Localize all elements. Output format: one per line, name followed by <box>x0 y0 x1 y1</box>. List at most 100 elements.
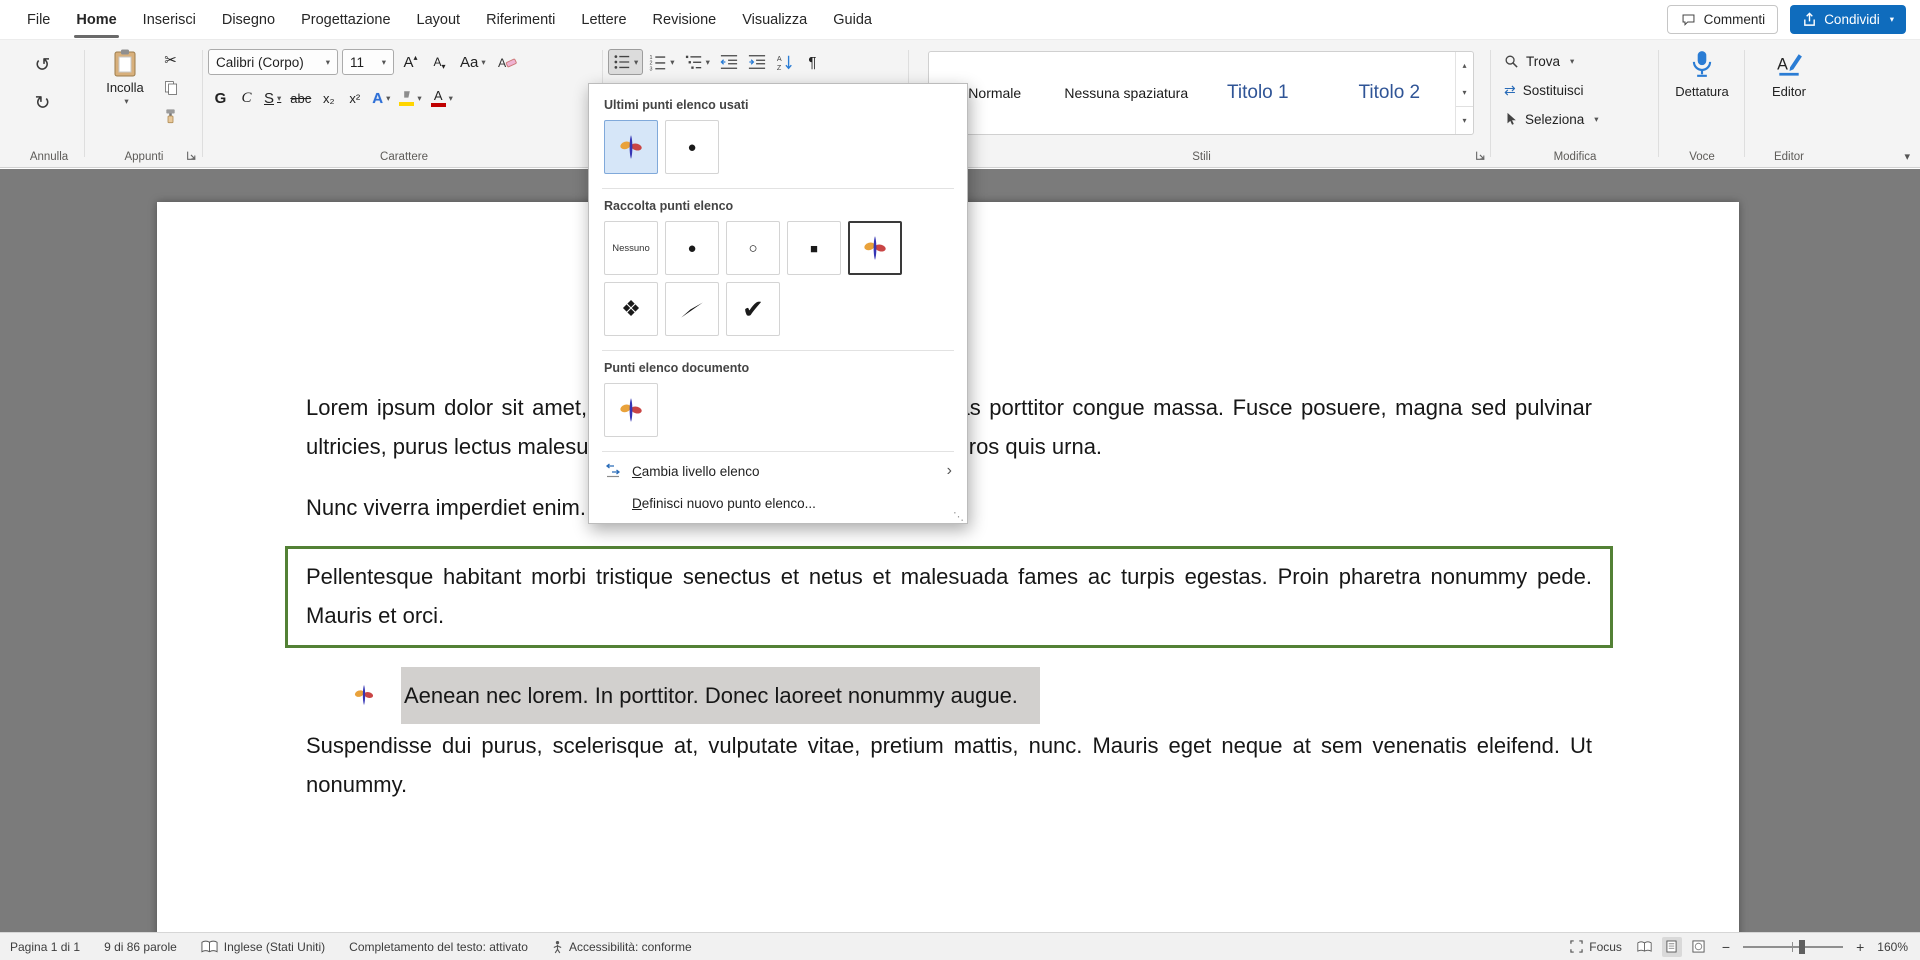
zoom-in-button[interactable]: + <box>1856 939 1864 955</box>
tab-inserisci[interactable]: Inserisci <box>130 0 209 40</box>
tab-layout[interactable]: Layout <box>404 0 474 40</box>
bullet-option-checkmark[interactable]: ✔ <box>726 282 780 336</box>
share-label: Condividi <box>1824 12 1880 27</box>
zoom-out-button[interactable]: − <box>1722 939 1730 955</box>
replace-button[interactable]: ⇄ Sostituisci <box>1504 77 1599 103</box>
replace-icon: ⇄ <box>1504 82 1516 99</box>
underline-button[interactable]: S▾ <box>260 85 285 111</box>
redo-button[interactable]: ↻ <box>30 90 55 116</box>
tab-disegno[interactable]: Disegno <box>209 0 288 40</box>
shrink-font-button[interactable]: A▾ <box>427 49 452 75</box>
italic-button[interactable]: C <box>234 85 259 111</box>
bold-button[interactable]: G <box>208 85 233 111</box>
bullet-list-icon <box>613 53 631 71</box>
superscript-button[interactable]: x² <box>342 85 367 111</box>
microphone-icon <box>1690 50 1714 78</box>
paragraph-suspendisse[interactable]: Suspendisse dui purus, scelerisque at, v… <box>306 726 1592 804</box>
green-bordered-paragraph[interactable]: Pellentesque habitant morbi tristique se… <box>285 546 1613 648</box>
style-titolo-1[interactable]: Titolo 1 <box>1192 52 1324 134</box>
focus-mode-button[interactable]: Focus <box>1570 940 1622 954</box>
bulleted-list-item[interactable]: Aenean nec lorem. In porttitor. Donec la… <box>353 666 1040 724</box>
print-layout-button[interactable] <box>1662 937 1682 957</box>
bullet-option-filled-circle-recent[interactable]: ● <box>665 120 719 174</box>
web-layout-button[interactable] <box>1689 937 1709 957</box>
increase-indent-button[interactable] <box>744 49 770 75</box>
tab-riferimenti[interactable]: Riferimenti <box>473 0 568 40</box>
focus-frame-icon <box>1570 940 1583 953</box>
proofing-status[interactable]: Inglese (Stati Uniti) <box>201 940 325 954</box>
text-effects-button[interactable]: A▾ <box>368 85 394 111</box>
font-name-combobox[interactable]: Calibri (Corpo) ▾ <box>208 49 338 75</box>
page-count-status[interactable]: Pagina 1 di 1 <box>10 940 80 954</box>
copy-button[interactable] <box>158 76 183 100</box>
font-size-combobox[interactable]: 11 ▾ <box>342 49 394 75</box>
styles-gallery-down-button[interactable]: ▾ <box>1456 79 1473 106</box>
define-new-bullet-item[interactable]: Definisci nuovo punto elenco... <box>589 488 967 519</box>
change-case-button[interactable]: Aa▾ <box>456 49 490 75</box>
show-paragraph-marks-button[interactable]: ¶ <box>800 49 825 75</box>
bullet-option-arrow[interactable] <box>665 282 719 336</box>
subscript-button[interactable]: x₂ <box>316 85 341 111</box>
chevron-down-icon: ▾ <box>442 62 446 71</box>
bullet-option-filled-circle[interactable]: ● <box>665 221 719 275</box>
tab-file[interactable]: File <box>14 0 63 40</box>
grow-font-button[interactable]: A▴ <box>398 49 423 75</box>
accessibility-status[interactable]: Accessibilità: conforme <box>552 940 692 954</box>
bullet-option-four-diamonds[interactable]: ❖ <box>604 282 658 336</box>
tab-revisione[interactable]: Revisione <box>640 0 730 40</box>
bullet-option-custom-document[interactable] <box>604 383 658 437</box>
zoom-slider[interactable] <box>1743 946 1843 948</box>
sort-button[interactable]: AZ <box>772 49 798 75</box>
share-button[interactable]: Condividi ▾ <box>1790 5 1906 34</box>
recent-bullets-row: ● <box>589 120 967 186</box>
chevron-down-icon: ▾ <box>634 58 638 67</box>
tab-home[interactable]: Home <box>63 0 129 40</box>
style-nessuna-spaziatura[interactable]: Nessuna spaziatura <box>1061 52 1193 134</box>
font-color-button[interactable]: A ▾ <box>427 85 457 111</box>
dictate-button[interactable]: Dettatura <box>1662 50 1742 99</box>
stili-dialog-launcher[interactable] <box>1475 150 1486 161</box>
bullet-option-none[interactable]: Nessuno <box>604 221 658 275</box>
multilevel-list-button[interactable]: ▾ <box>681 49 714 75</box>
read-mode-button[interactable] <box>1635 937 1655 957</box>
bullet-option-hollow-circle[interactable]: ○ <box>726 221 780 275</box>
word-count-status[interactable]: 9 di 86 parole <box>104 940 177 954</box>
paste-button[interactable]: Incolla ▾ <box>96 48 154 106</box>
bullets-button[interactable]: ▾ <box>608 49 643 75</box>
comments-button[interactable]: Commenti <box>1667 5 1779 34</box>
change-list-level-item[interactable]: Cambia livello elenco › <box>589 454 967 488</box>
text-completion-status[interactable]: Completamento del testo: attivato <box>349 940 528 954</box>
bullet-option-custom-current[interactable] <box>848 221 902 275</box>
highlight-color-button[interactable]: ▾ <box>395 85 425 111</box>
appunti-dialog-launcher[interactable] <box>186 150 197 161</box>
select-button[interactable]: Seleziona ▾ <box>1504 106 1599 132</box>
filled-square-icon: ■ <box>810 241 818 256</box>
subscript-glyph: x₂ <box>323 91 335 106</box>
cursor-icon <box>1504 112 1518 126</box>
styles-gallery-up-button[interactable]: ▴ <box>1456 52 1473 79</box>
strikethrough-button[interactable]: abc <box>286 85 315 111</box>
styles-gallery-more-button[interactable]: ▾ <box>1456 106 1473 134</box>
zoom-level-button[interactable]: 160% <box>1877 940 1908 954</box>
numbering-button[interactable]: 123 ▾ <box>645 49 678 75</box>
bullet-option-custom-recent[interactable] <box>604 120 658 174</box>
tab-lettere[interactable]: Lettere <box>568 0 639 40</box>
editor-button[interactable]: A Editor <box>1748 50 1830 99</box>
chevron-up-icon: ▴ <box>414 53 418 62</box>
find-button[interactable]: Trova ▾ <box>1504 48 1599 74</box>
style-titolo-2[interactable]: Titolo 2 <box>1324 52 1456 134</box>
format-painter-button[interactable] <box>158 104 183 128</box>
clear-formatting-button[interactable]: A <box>494 49 521 75</box>
tab-progettazione[interactable]: Progettazione <box>288 0 403 40</box>
tab-visualizza[interactable]: Visualizza <box>729 0 820 40</box>
resize-grip[interactable]: ⋱ <box>953 510 964 523</box>
zoom-slider-thumb[interactable] <box>1799 940 1805 954</box>
change-level-icon <box>604 462 622 480</box>
chevron-down-icon: ▾ <box>1904 151 1910 163</box>
cut-button[interactable]: ✂ <box>158 48 183 72</box>
collapse-ribbon-button[interactable]: ▾ <box>1904 150 1910 163</box>
decrease-indent-button[interactable] <box>716 49 742 75</box>
bullet-option-filled-square[interactable]: ■ <box>787 221 841 275</box>
undo-button[interactable]: ↺ <box>30 52 55 78</box>
tab-guida[interactable]: Guida <box>820 0 885 40</box>
